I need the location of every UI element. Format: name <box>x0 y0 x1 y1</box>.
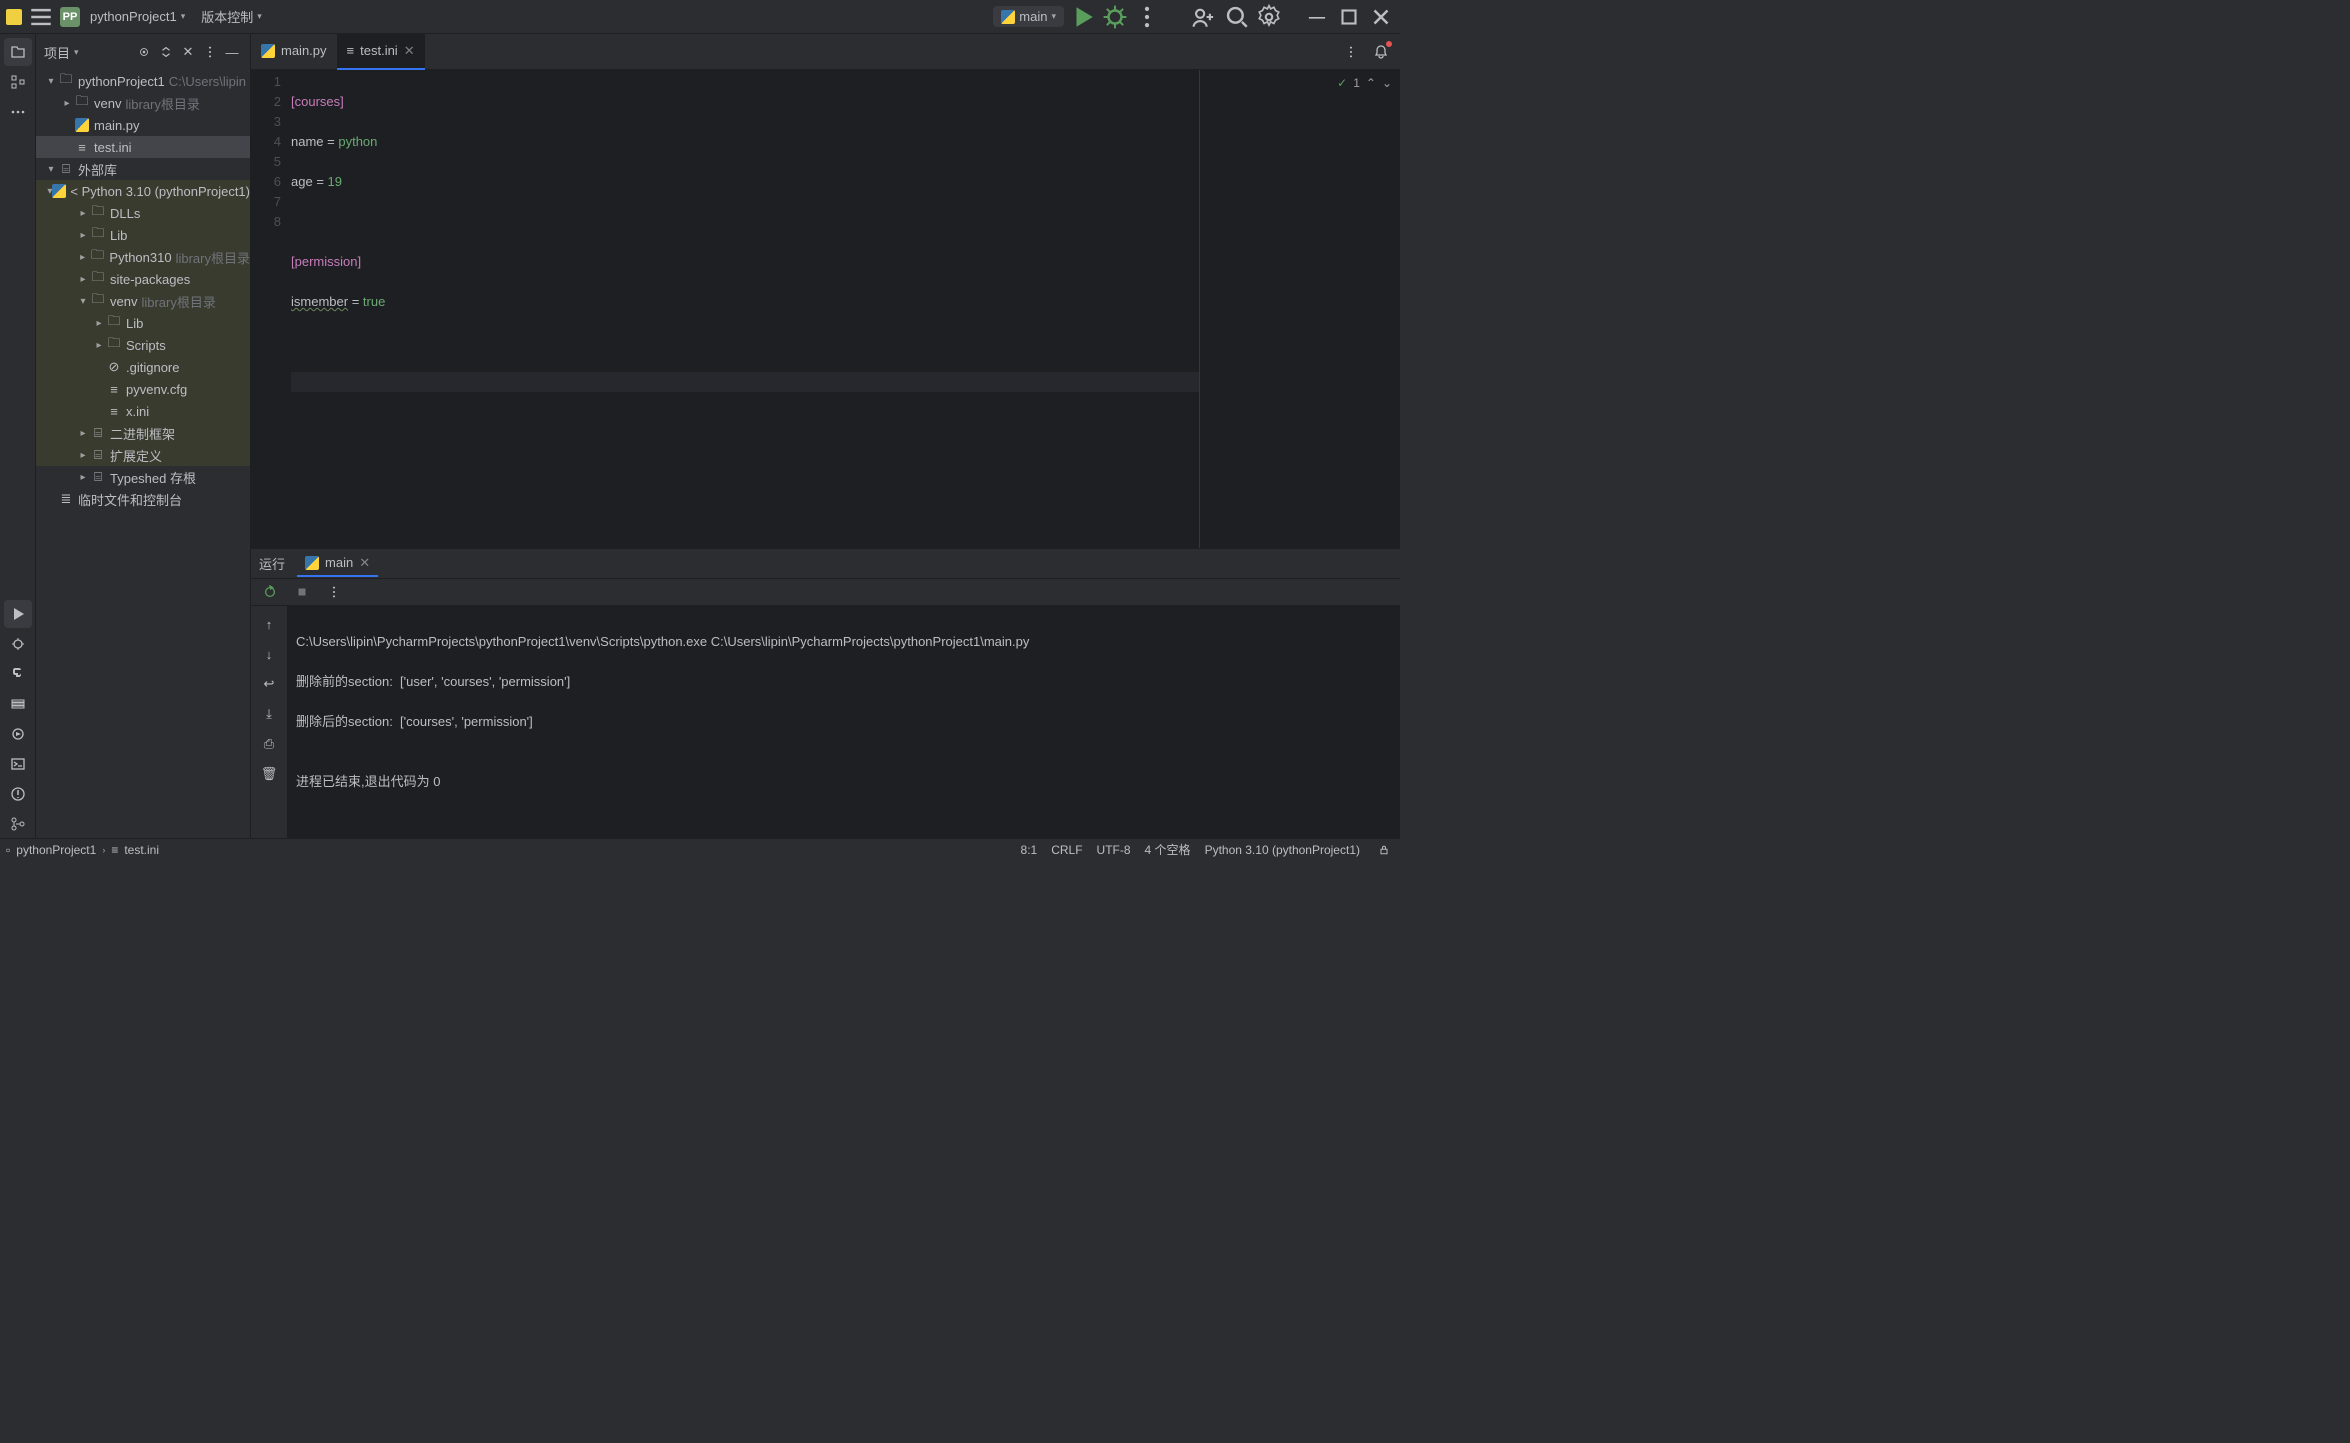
editor-tabs: main.py ≡test.ini✕ <box>251 34 1400 70</box>
run-config-selector[interactable]: main▾ <box>993 6 1064 27</box>
tab-test-ini[interactable]: ≡test.ini✕ <box>337 34 425 70</box>
problems-tool-button[interactable] <box>4 780 32 808</box>
collapse-all-icon[interactable]: ✕ <box>178 42 198 62</box>
tree-binary-frames[interactable]: ▸⌸二进制框架 <box>36 422 250 444</box>
main-menu-icon[interactable] <box>28 4 54 30</box>
tree-typeshed[interactable]: ▸⌸Typeshed 存根 <box>36 466 250 488</box>
notifications-icon[interactable] <box>1368 39 1394 65</box>
tree-lib[interactable]: ▸🗀Lib <box>36 224 250 246</box>
lock-icon[interactable] <box>1374 841 1394 859</box>
tree-venv2[interactable]: ▾🗀venvlibrary根目录 <box>36 290 250 312</box>
python-packages-button[interactable] <box>4 690 32 718</box>
up-stack-icon[interactable]: ↑ <box>255 610 283 638</box>
project-tree[interactable]: ▾🗀pythonProject1C:\Users\lipin ▸🗀venvlib… <box>36 70 250 838</box>
run-side-toolbar: ↑ ↓ ↩ ⤓ ⎙ 🗑 <box>251 606 287 838</box>
python-icon <box>261 44 275 58</box>
structure-tool-button[interactable] <box>4 68 32 96</box>
tree-pyvenv[interactable]: ≡pyvenv.cfg <box>36 378 250 400</box>
select-opened-file-icon[interactable] <box>134 42 154 62</box>
run-tool-button[interactable] <box>4 600 32 628</box>
scroll-to-end-icon[interactable]: ⤓ <box>255 700 283 728</box>
search-icon[interactable] <box>1224 4 1250 30</box>
project-panel-title[interactable]: 项目▾ <box>44 43 130 62</box>
minimize-icon[interactable] <box>1304 4 1330 30</box>
rerun-button[interactable] <box>257 579 283 605</box>
tree-xini[interactable]: ≡x.ini <box>36 400 250 422</box>
run-output[interactable]: C:\Users\lipin\PycharmProjects\pythonPro… <box>287 606 1400 838</box>
more-actions-icon[interactable] <box>1134 4 1160 30</box>
code-with-me-icon[interactable] <box>1192 4 1218 30</box>
interpreter-selector[interactable]: Python 3.10 (pythonProject1) <box>1205 843 1360 857</box>
tree-extdefs[interactable]: ▸⌸扩展定义 <box>36 444 250 466</box>
vcs-menu[interactable]: 版本控制▾ <box>195 5 268 28</box>
settings-icon[interactable] <box>1256 4 1282 30</box>
status-bar: ▫ pythonProject1 › ≡ test.ini 8:1 CRLF U… <box>0 838 1400 860</box>
maximize-icon[interactable] <box>1336 4 1362 30</box>
tree-python-sdk[interactable]: ▾< Python 3.10 (pythonProject1) <box>36 180 250 202</box>
breadcrumb-icon: ▫ <box>6 843 10 857</box>
check-icon: ✓ <box>1337 76 1347 90</box>
python-icon <box>305 556 319 570</box>
tree-site-packages[interactable]: ▸🗀site-packages <box>36 268 250 290</box>
project-badge: PP <box>60 7 80 27</box>
tree-root[interactable]: ▾🗀pythonProject1C:\Users\lipin <box>36 70 250 92</box>
run-tool-window: 运行 main✕ ↑ ↓ ↩ ⤓ ⎙ 🗑 C:\Users\lipin\Pych… <box>251 548 1400 838</box>
tree-main-py[interactable]: main.py <box>36 114 250 136</box>
soft-wrap-icon[interactable]: ↩ <box>255 670 283 698</box>
run-options-icon[interactable] <box>321 579 347 605</box>
code-editor[interactable]: 12345678 [courses] name = python age = 1… <box>251 70 1400 548</box>
tree-venv[interactable]: ▸🗀venvlibrary根目录 <box>36 92 250 114</box>
terminal-tool-button[interactable] <box>4 750 32 778</box>
indent-setting[interactable]: 4 个空格 <box>1145 841 1191 858</box>
ini-file-icon: ≡ <box>111 843 118 857</box>
editor-options-icon[interactable] <box>1338 39 1364 65</box>
services-tool-button[interactable] <box>4 720 32 748</box>
gutter: 12345678 <box>251 70 291 548</box>
more-tools-icon[interactable] <box>4 98 32 126</box>
python-icon <box>1001 10 1015 24</box>
titlebar: PP pythonProject1▾ 版本控制▾ main▾ <box>0 0 1400 34</box>
vcs-tool-button[interactable] <box>4 810 32 838</box>
code-content[interactable]: [courses] name = python age = 19 [permis… <box>291 70 1200 548</box>
clear-icon[interactable]: 🗑 <box>255 760 283 788</box>
breadcrumb[interactable]: ▫ pythonProject1 › ≡ test.ini <box>6 843 159 857</box>
left-tool-rail <box>0 34 36 838</box>
panel-options-icon[interactable] <box>200 42 220 62</box>
close-tab-icon[interactable]: ✕ <box>404 43 415 59</box>
tree-test-ini[interactable]: ≡test.ini <box>36 136 250 158</box>
project-panel: 项目▾ ✕ — ▾🗀pythonProject1C:\Users\lipin ▸… <box>36 34 251 838</box>
run-panel-title: 运行 <box>259 554 285 573</box>
tree-python310dir[interactable]: ▸🗀Python310library根目录 <box>36 246 250 268</box>
run-tab-main[interactable]: main✕ <box>297 551 378 577</box>
close-run-tab-icon[interactable]: ✕ <box>359 555 370 571</box>
python-console-button[interactable] <box>4 660 32 688</box>
tree-dlls[interactable]: ▸🗀DLLs <box>36 202 250 224</box>
hide-panel-icon[interactable]: — <box>222 42 242 62</box>
editor-area: main.py ≡test.ini✕ 12345678 [courses] na… <box>251 34 1400 838</box>
file-encoding[interactable]: UTF-8 <box>1097 843 1131 857</box>
stop-button[interactable] <box>289 579 315 605</box>
project-selector[interactable]: pythonProject1▾ <box>86 7 189 26</box>
tree-venv-lib[interactable]: ▸🗀Lib <box>36 312 250 334</box>
run-button[interactable] <box>1070 4 1096 30</box>
project-tool-button[interactable] <box>4 38 32 66</box>
debug-tool-button[interactable] <box>4 630 32 658</box>
tree-gitignore[interactable]: ⊘.gitignore <box>36 356 250 378</box>
inspection-widget[interactable]: ✓1 ⌃ ⌄ <box>1337 76 1392 90</box>
ini-file-icon: ≡ <box>347 43 355 58</box>
tree-external-libs[interactable]: ▾⌸外部库 <box>36 158 250 180</box>
caret-position[interactable]: 8:1 <box>1021 843 1038 857</box>
line-separator[interactable]: CRLF <box>1051 843 1082 857</box>
tree-venv-scripts[interactable]: ▸🗀Scripts <box>36 334 250 356</box>
close-icon[interactable] <box>1368 4 1394 30</box>
tree-scratch[interactable]: ≣临时文件和控制台 <box>36 488 250 510</box>
expand-all-icon[interactable] <box>156 42 176 62</box>
chevron-up-icon[interactable]: ⌃ <box>1366 76 1376 90</box>
chevron-down-icon[interactable]: ⌄ <box>1382 76 1392 90</box>
down-stack-icon[interactable]: ↓ <box>255 640 283 668</box>
debug-button[interactable] <box>1102 4 1128 30</box>
tab-main-py[interactable]: main.py <box>251 34 337 70</box>
print-icon[interactable]: ⎙ <box>255 730 283 758</box>
app-icon <box>6 9 22 25</box>
